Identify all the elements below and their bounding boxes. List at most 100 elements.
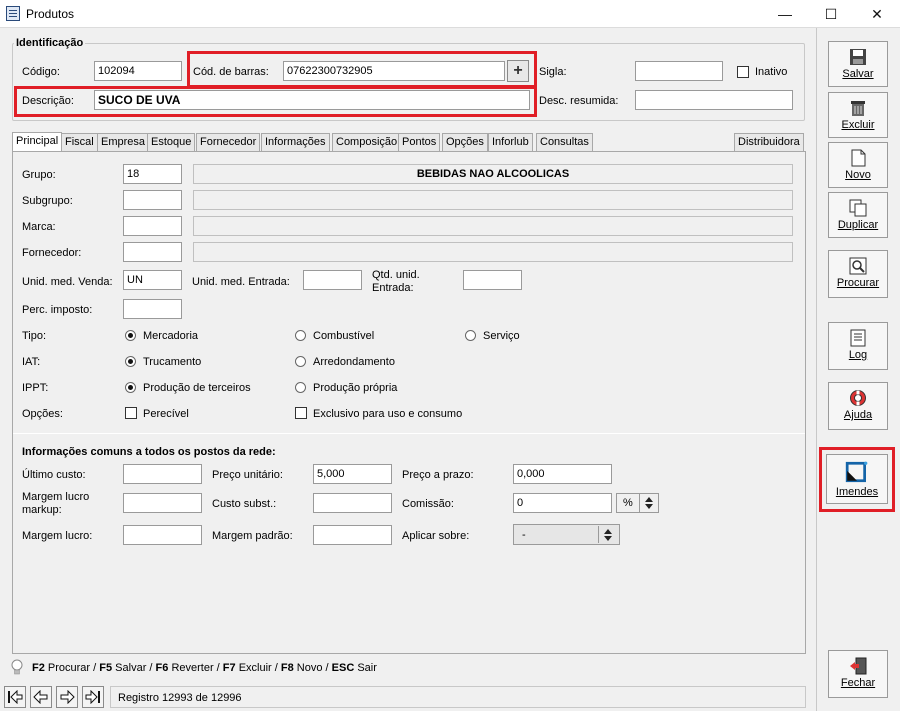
- tab-informacoes[interactable]: Informações: [261, 133, 330, 152]
- sigla-input[interactable]: [635, 61, 723, 81]
- salvar-button[interactable]: Salvar: [828, 41, 888, 87]
- inativo-checkbox[interactable]: [737, 66, 749, 78]
- unid-venda-input[interactable]: UN: [123, 270, 182, 290]
- excluir-button[interactable]: Excluir: [828, 92, 888, 138]
- fechar-button[interactable]: Fechar: [828, 650, 888, 698]
- iat-trucamento-radio[interactable]: [125, 356, 136, 367]
- preco-unit-input[interactable]: 5,000: [313, 464, 392, 484]
- tab-fornecedor[interactable]: Fornecedor: [196, 133, 261, 152]
- comissao-unit-stepper[interactable]: %: [616, 493, 659, 513]
- shortcuts-bar: F2 Procurar / F5 Salvar / F6 Reverter / …: [32, 662, 377, 674]
- procurar-button[interactable]: Procurar: [828, 250, 888, 298]
- preco-prazo-input[interactable]: 0,000: [513, 464, 612, 484]
- ippt-propria-label: Produção própria: [313, 382, 398, 394]
- codigo-label: Código:: [22, 66, 60, 78]
- margem-padrao-input[interactable]: [313, 525, 392, 545]
- identificacao-title: Identificação: [14, 37, 86, 49]
- first-record-button[interactable]: [4, 686, 26, 708]
- custo-subst-input[interactable]: [313, 493, 392, 513]
- tipo-servico-radio[interactable]: [465, 330, 476, 341]
- margem-markup-label: Margem lucro: [22, 491, 90, 503]
- imendes-button[interactable]: Imendes: [826, 454, 888, 504]
- tab-empresa[interactable]: Empresa: [97, 133, 150, 152]
- fornecedor-input[interactable]: [123, 242, 182, 262]
- tab-principal[interactable]: Principal: [12, 132, 63, 152]
- preco-unit-label: Preço unitário:: [212, 469, 283, 481]
- tab-estoque[interactable]: Estoque: [147, 133, 196, 152]
- trash-icon: [851, 101, 865, 116]
- descricao-input[interactable]: SUCO DE UVA: [94, 90, 530, 110]
- tab-pontos[interactable]: Pontos: [398, 133, 441, 152]
- margem-lucro-label: Margem lucro:: [22, 530, 93, 542]
- shortcut-key-f8: F8: [280, 662, 294, 674]
- tipo-combustivel-radio[interactable]: [295, 330, 306, 341]
- shortcut-text-esc: Sair: [357, 662, 377, 674]
- tab-fiscal[interactable]: Fiscal: [61, 133, 98, 152]
- barras-input[interactable]: 07622300732905: [283, 61, 505, 81]
- section-divider: [13, 433, 805, 434]
- comissao-input[interactable]: 0: [513, 493, 612, 513]
- exclusivo-uso-checkbox[interactable]: [295, 407, 307, 419]
- codigo-input[interactable]: 102094: [94, 61, 182, 81]
- subgrupo-input[interactable]: [123, 190, 182, 210]
- novo-label: Novo: [845, 169, 871, 181]
- ippt-terceiros-radio[interactable]: [125, 382, 136, 393]
- grupo-label: Grupo:: [22, 169, 56, 181]
- tipo-mercadoria-radio[interactable]: [125, 330, 136, 341]
- aplicar-sobre-label: Aplicar sobre:: [402, 530, 470, 542]
- log-label: Log: [848, 349, 868, 361]
- tab-consultas[interactable]: Consultas: [536, 133, 593, 152]
- maximize-button[interactable]: ☐: [808, 0, 854, 28]
- opcoes-label: Opções:: [22, 408, 63, 420]
- log-button[interactable]: Log: [828, 322, 888, 370]
- procurar-label: Procurar: [836, 277, 880, 289]
- ajuda-label: Ajuda: [843, 409, 873, 421]
- qtd-unid-label-2: Entrada:: [372, 282, 414, 294]
- ippt-terceiros-label: Produção de terceiros: [143, 382, 251, 394]
- perc-imposto-label: Perc. imposto:: [22, 304, 93, 316]
- margem-lucro-input[interactable]: [123, 525, 202, 545]
- duplicar-button[interactable]: Duplicar: [828, 192, 888, 238]
- last-record-button[interactable]: [82, 686, 104, 708]
- iat-arredondamento-label: Arredondamento: [313, 356, 395, 368]
- up-down-icon: [604, 529, 612, 541]
- salvar-label: Salvar: [842, 68, 874, 80]
- last-icon: [85, 689, 100, 705]
- search-icon: [849, 257, 867, 275]
- grupo-input[interactable]: 18: [123, 164, 182, 184]
- close-button[interactable]: ✕: [854, 0, 900, 28]
- qtd-unid-input[interactable]: [463, 270, 522, 290]
- margem-markup-label-2: markup:: [22, 504, 62, 516]
- shortcut-key-esc: ESC: [331, 662, 355, 674]
- duplicate-icon: [849, 199, 867, 217]
- tab-composicao[interactable]: Composição: [332, 133, 402, 152]
- marca-input[interactable]: [123, 216, 182, 236]
- margem-markup-input[interactable]: [123, 493, 202, 513]
- aplicar-sobre-select[interactable]: -: [513, 524, 620, 545]
- imendes-icon: [845, 461, 868, 483]
- previous-record-button[interactable]: [30, 686, 52, 708]
- tab-inforlub[interactable]: Inforlub: [488, 133, 533, 152]
- ajuda-button[interactable]: Ajuda: [828, 382, 888, 430]
- add-barras-button[interactable]: +: [507, 60, 529, 82]
- shortcut-key-f6: F6: [155, 662, 169, 674]
- ippt-propria-radio[interactable]: [295, 382, 306, 393]
- unid-entrada-label: Unid. med. Entrada:: [192, 276, 290, 288]
- shortcut-key-f2: F2: [32, 662, 45, 674]
- tab-opcoes[interactable]: Opções: [442, 133, 488, 152]
- comissao-label: Comissão:: [402, 498, 454, 510]
- perecivel-checkbox[interactable]: [125, 407, 137, 419]
- iat-arredondamento-radio[interactable]: [295, 356, 306, 367]
- novo-button[interactable]: Novo: [828, 142, 888, 188]
- fornecedor-description: [193, 242, 793, 262]
- iat-label: IAT:: [22, 356, 41, 368]
- first-icon: [8, 689, 23, 705]
- next-record-button[interactable]: [56, 686, 78, 708]
- ultimo-custo-input[interactable]: [123, 464, 202, 484]
- perc-imposto-input[interactable]: [123, 299, 182, 319]
- unid-entrada-input[interactable]: [303, 270, 362, 290]
- desc-resumida-input[interactable]: [635, 90, 793, 110]
- window-title: Produtos: [26, 7, 75, 21]
- minimize-button[interactable]: —: [762, 0, 808, 28]
- tab-distribuidora[interactable]: Distribuidora: [734, 133, 804, 152]
